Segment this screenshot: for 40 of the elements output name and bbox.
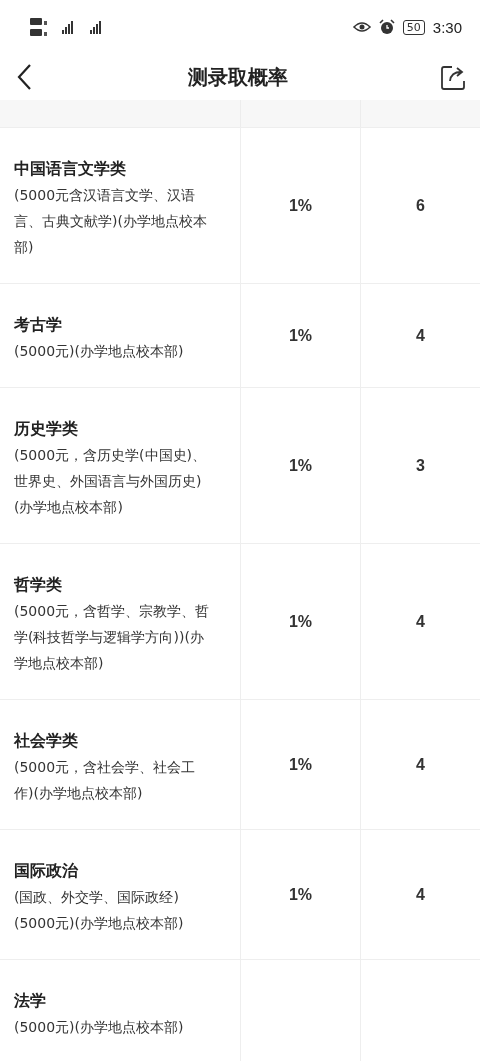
table-cell: 1%	[288, 326, 313, 345]
alarm-icon	[378, 19, 395, 35]
eye-icon	[352, 21, 371, 33]
major-description: (5000元，含哲学、宗教学、哲	[14, 602, 210, 621]
major-name: 中国语言文学类	[14, 158, 126, 180]
major-description: (5000元，含历史学(中国史)、	[14, 446, 206, 465]
battery-icon: 50	[402, 19, 425, 35]
table-cell: 3	[416, 456, 425, 475]
table-cell: 4	[416, 755, 425, 774]
table-cell: 6	[416, 196, 425, 215]
table-cell: 1%	[288, 755, 313, 774]
major-description: (办学地点校本部)	[14, 498, 123, 517]
major-description: 学(科技哲学与逻辑学方向))(办	[14, 628, 204, 647]
table-cell: 4	[416, 326, 425, 345]
major-description: 世界史、外国语言与外国历史)	[14, 472, 202, 491]
table-cell: 1%	[288, 612, 313, 631]
table-cell: 1%	[288, 196, 313, 215]
table-cell: 1%	[288, 456, 313, 475]
major-name: 哲学类	[14, 574, 62, 596]
table-cell: 4	[416, 612, 425, 631]
major-description: (5000元)(办学地点校本部)	[14, 914, 184, 933]
major-name: 考古学	[14, 314, 62, 336]
clock-time: 3:30	[432, 18, 462, 36]
page-title: 测录取概率	[188, 63, 288, 91]
share-button[interactable]	[440, 63, 468, 91]
major-description: (5000元)(办学地点校本部)	[14, 342, 184, 361]
major-name: 历史学类	[14, 418, 78, 440]
major-name: 社会学类	[14, 730, 78, 752]
major-description: 部)	[14, 238, 34, 257]
major-description: (5000元含汉语言文学、汉语	[14, 186, 196, 205]
major-description: (5000元，含社会学、社会工	[14, 758, 196, 777]
major-name: 法学	[14, 990, 46, 1012]
major-description: (5000元)(办学地点校本部)	[14, 1018, 184, 1037]
major-description: 作)(办学地点校本部)	[14, 784, 143, 803]
major-description: 言、古典文献学)(办学地点校本	[14, 212, 207, 231]
table-cell: 1%	[288, 885, 313, 904]
table-cell: 4	[416, 885, 425, 904]
major-description: 学地点校本部)	[14, 654, 104, 673]
major-description: (国政、外交学、国际政经)	[14, 888, 179, 907]
major-name: 国际政治	[14, 860, 78, 882]
